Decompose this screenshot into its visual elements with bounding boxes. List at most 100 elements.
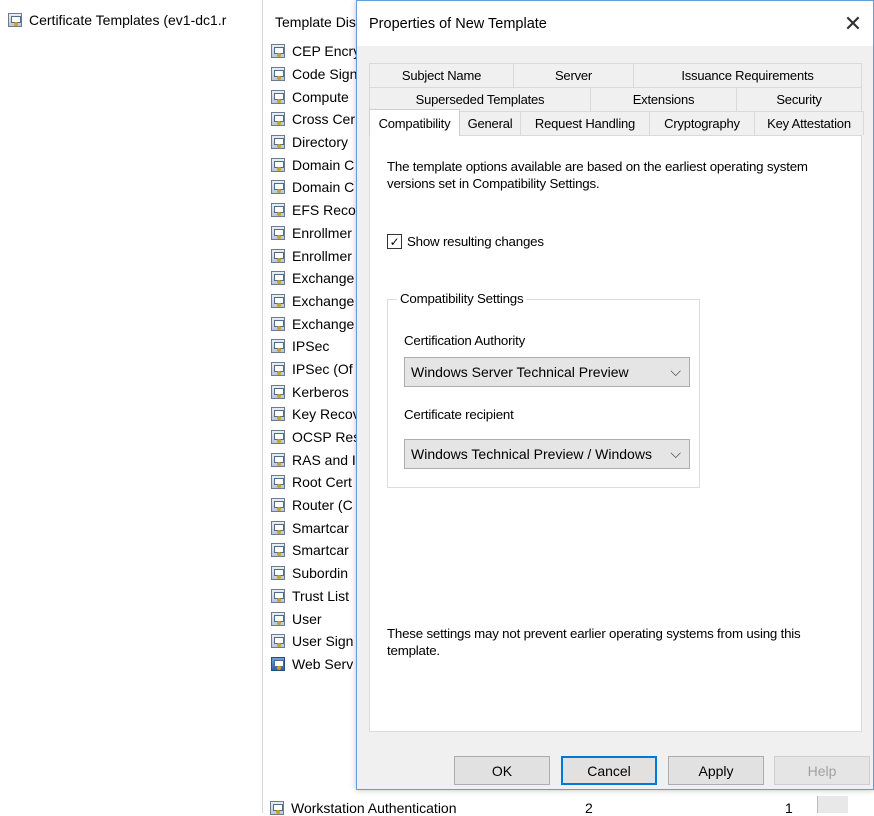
list-item-label: Directory	[292, 134, 349, 151]
certificate-template-icon	[271, 634, 285, 649]
list-item[interactable]: Domain C	[271, 176, 363, 199]
tab-compatibility[interactable]: Compatibility	[369, 109, 460, 136]
dialog-titlebar[interactable]: Properties of New Template ✕	[357, 1, 873, 46]
show-resulting-changes-checkbox[interactable]: ✓ Show resulting changes	[387, 234, 544, 249]
apply-button[interactable]: Apply	[668, 756, 764, 785]
tab-general[interactable]: General	[459, 111, 521, 135]
list-item[interactable]: IPSec (Of	[271, 358, 363, 381]
certificate-template-icon	[271, 180, 285, 195]
template-list-rows: CEP Encry Code Signi Compute Cross Cer Direc…	[271, 40, 363, 675]
checkbox-box[interactable]: ✓	[387, 234, 402, 249]
tab-superseded-templates[interactable]: Superseded Templates	[369, 87, 591, 111]
certificate-template-icon	[271, 271, 285, 286]
list-item[interactable]: Code Signi	[271, 63, 363, 86]
list-item-version: 1	[785, 800, 793, 816]
tab-request-handling[interactable]: Request Handling	[520, 111, 650, 135]
compatibility-info-text: The template options available are based…	[387, 159, 808, 191]
list-item[interactable]: Router (C	[271, 494, 363, 517]
tab-cryptography[interactable]: Cryptography	[649, 111, 755, 135]
list-item[interactable]: User Sign	[271, 630, 363, 653]
list-item[interactable]: OCSP Res	[271, 426, 363, 449]
tree-item-certificate-templates[interactable]: Certificate Templates (ev1-dc1.r	[8, 12, 226, 28]
cancel-button[interactable]: Cancel	[561, 756, 657, 785]
list-item-label: Trust List	[292, 587, 350, 604]
list-item[interactable]: RAS and I	[271, 448, 363, 471]
list-item-label: Code Signi	[292, 66, 361, 83]
list-item[interactable]: Smartcar	[271, 516, 363, 539]
list-item[interactable]: Web Serv	[271, 653, 363, 676]
list-item[interactable]: Trust List	[271, 585, 363, 608]
tab-row-1: Subject Name Server Issuance Requirement…	[369, 63, 862, 87]
certificate-template-icon	[271, 67, 285, 82]
group-legend: Compatibility Settings	[397, 291, 527, 306]
list-item[interactable]: Subordin	[271, 562, 363, 585]
certificate-template-icon	[271, 430, 285, 445]
list-item[interactable]: Kerberos	[271, 380, 363, 403]
dialog-title: Properties of New Template	[369, 16, 547, 32]
list-item[interactable]: Directory	[271, 131, 363, 154]
chevron-down-icon: ⌵	[670, 445, 681, 461]
list-item-label: Root Cert	[292, 474, 352, 491]
list-item-label: Enrollmer	[292, 247, 352, 264]
list-item[interactable]: Exchange	[271, 290, 363, 313]
list-item-name: Workstation Authentication	[291, 800, 457, 816]
list-item-label: CEP Encry	[292, 43, 361, 60]
certificate-template-icon	[271, 384, 285, 399]
list-item-label: EFS Recov	[292, 202, 363, 219]
tab-row-3: Compatibility General Request Handling C…	[369, 109, 864, 136]
tab-security[interactable]: Security	[736, 87, 862, 111]
list-item-label: Key Recov	[292, 406, 360, 423]
list-item-label: Enrollmer	[292, 224, 352, 241]
list-item[interactable]: Cross Cer	[271, 108, 363, 131]
list-item-label: Kerberos	[292, 383, 349, 400]
certificate-template-icon	[271, 339, 285, 354]
certificate-template-icon	[271, 498, 285, 513]
tab-issuance-requirements[interactable]: Issuance Requirements	[633, 63, 862, 87]
close-icon[interactable]: ✕	[833, 7, 873, 41]
list-item-label: User Sign	[292, 633, 354, 650]
list-item-label: Exchange	[292, 292, 355, 309]
list-item-label: Router (C	[292, 497, 353, 514]
compatibility-settings-group: Compatibility Settings Certification Aut…	[387, 291, 700, 488]
list-item[interactable]: Exchange	[271, 312, 363, 335]
list-item[interactable]: User	[271, 607, 363, 630]
ok-button[interactable]: OK	[454, 756, 550, 785]
list-item-label: Domain C	[292, 179, 355, 196]
certificate-template-icon	[271, 225, 285, 240]
tab-extensions[interactable]: Extensions	[590, 87, 737, 111]
list-item[interactable]: Enrollmer	[271, 244, 363, 267]
list-item[interactable]: Compute	[271, 85, 363, 108]
list-item[interactable]: Enrollmer	[271, 222, 363, 245]
list-item[interactable]: Key Recov	[271, 403, 363, 426]
certificate-template-icon	[271, 293, 285, 308]
list-item[interactable]: CEP Encry	[271, 40, 363, 63]
tab-key-attestation[interactable]: Key Attestation	[754, 111, 864, 135]
scrollbar[interactable]	[817, 796, 848, 813]
tab-server[interactable]: Server	[513, 63, 634, 87]
list-item-label: Exchange	[292, 270, 355, 287]
certification-authority-select[interactable]: Windows Server Technical Preview ⌵	[404, 357, 690, 387]
list-item-label: Compute	[292, 88, 349, 105]
certificate-template-icon	[271, 588, 285, 603]
list-item[interactable]: Domain C	[271, 153, 363, 176]
list-item-label: User	[292, 610, 322, 627]
certificate-template-icon	[271, 157, 285, 172]
tab-subject-name[interactable]: Subject Name	[369, 63, 514, 87]
list-item[interactable]: EFS Recov	[271, 199, 363, 222]
list-item-label: IPSec (Of	[292, 360, 353, 377]
list-item-label: Smartcar	[292, 519, 349, 536]
certificate-templates-icon	[8, 13, 22, 27]
list-item-label: Smartcar	[292, 542, 349, 559]
show-resulting-changes-label: Show resulting changes	[407, 234, 544, 249]
list-item[interactable]: Smartcar	[271, 539, 363, 562]
certificate-template-icon	[271, 112, 285, 127]
list-item-label: Domain C	[292, 156, 355, 173]
certificate-recipient-select[interactable]: Windows Technical Preview / Windows ⌵	[404, 439, 690, 469]
list-item[interactable]: Root Cert	[271, 471, 363, 494]
list-item[interactable]: Exchange	[271, 267, 363, 290]
list-item[interactable]: IPSec	[271, 335, 363, 358]
certificate-template-icon	[271, 135, 285, 150]
list-item-label: Web Serv	[292, 655, 354, 672]
tree-item-label: Certificate Templates (ev1-dc1.r	[29, 12, 227, 28]
list-item[interactable]: Workstation Authentication 2 1	[270, 800, 793, 816]
